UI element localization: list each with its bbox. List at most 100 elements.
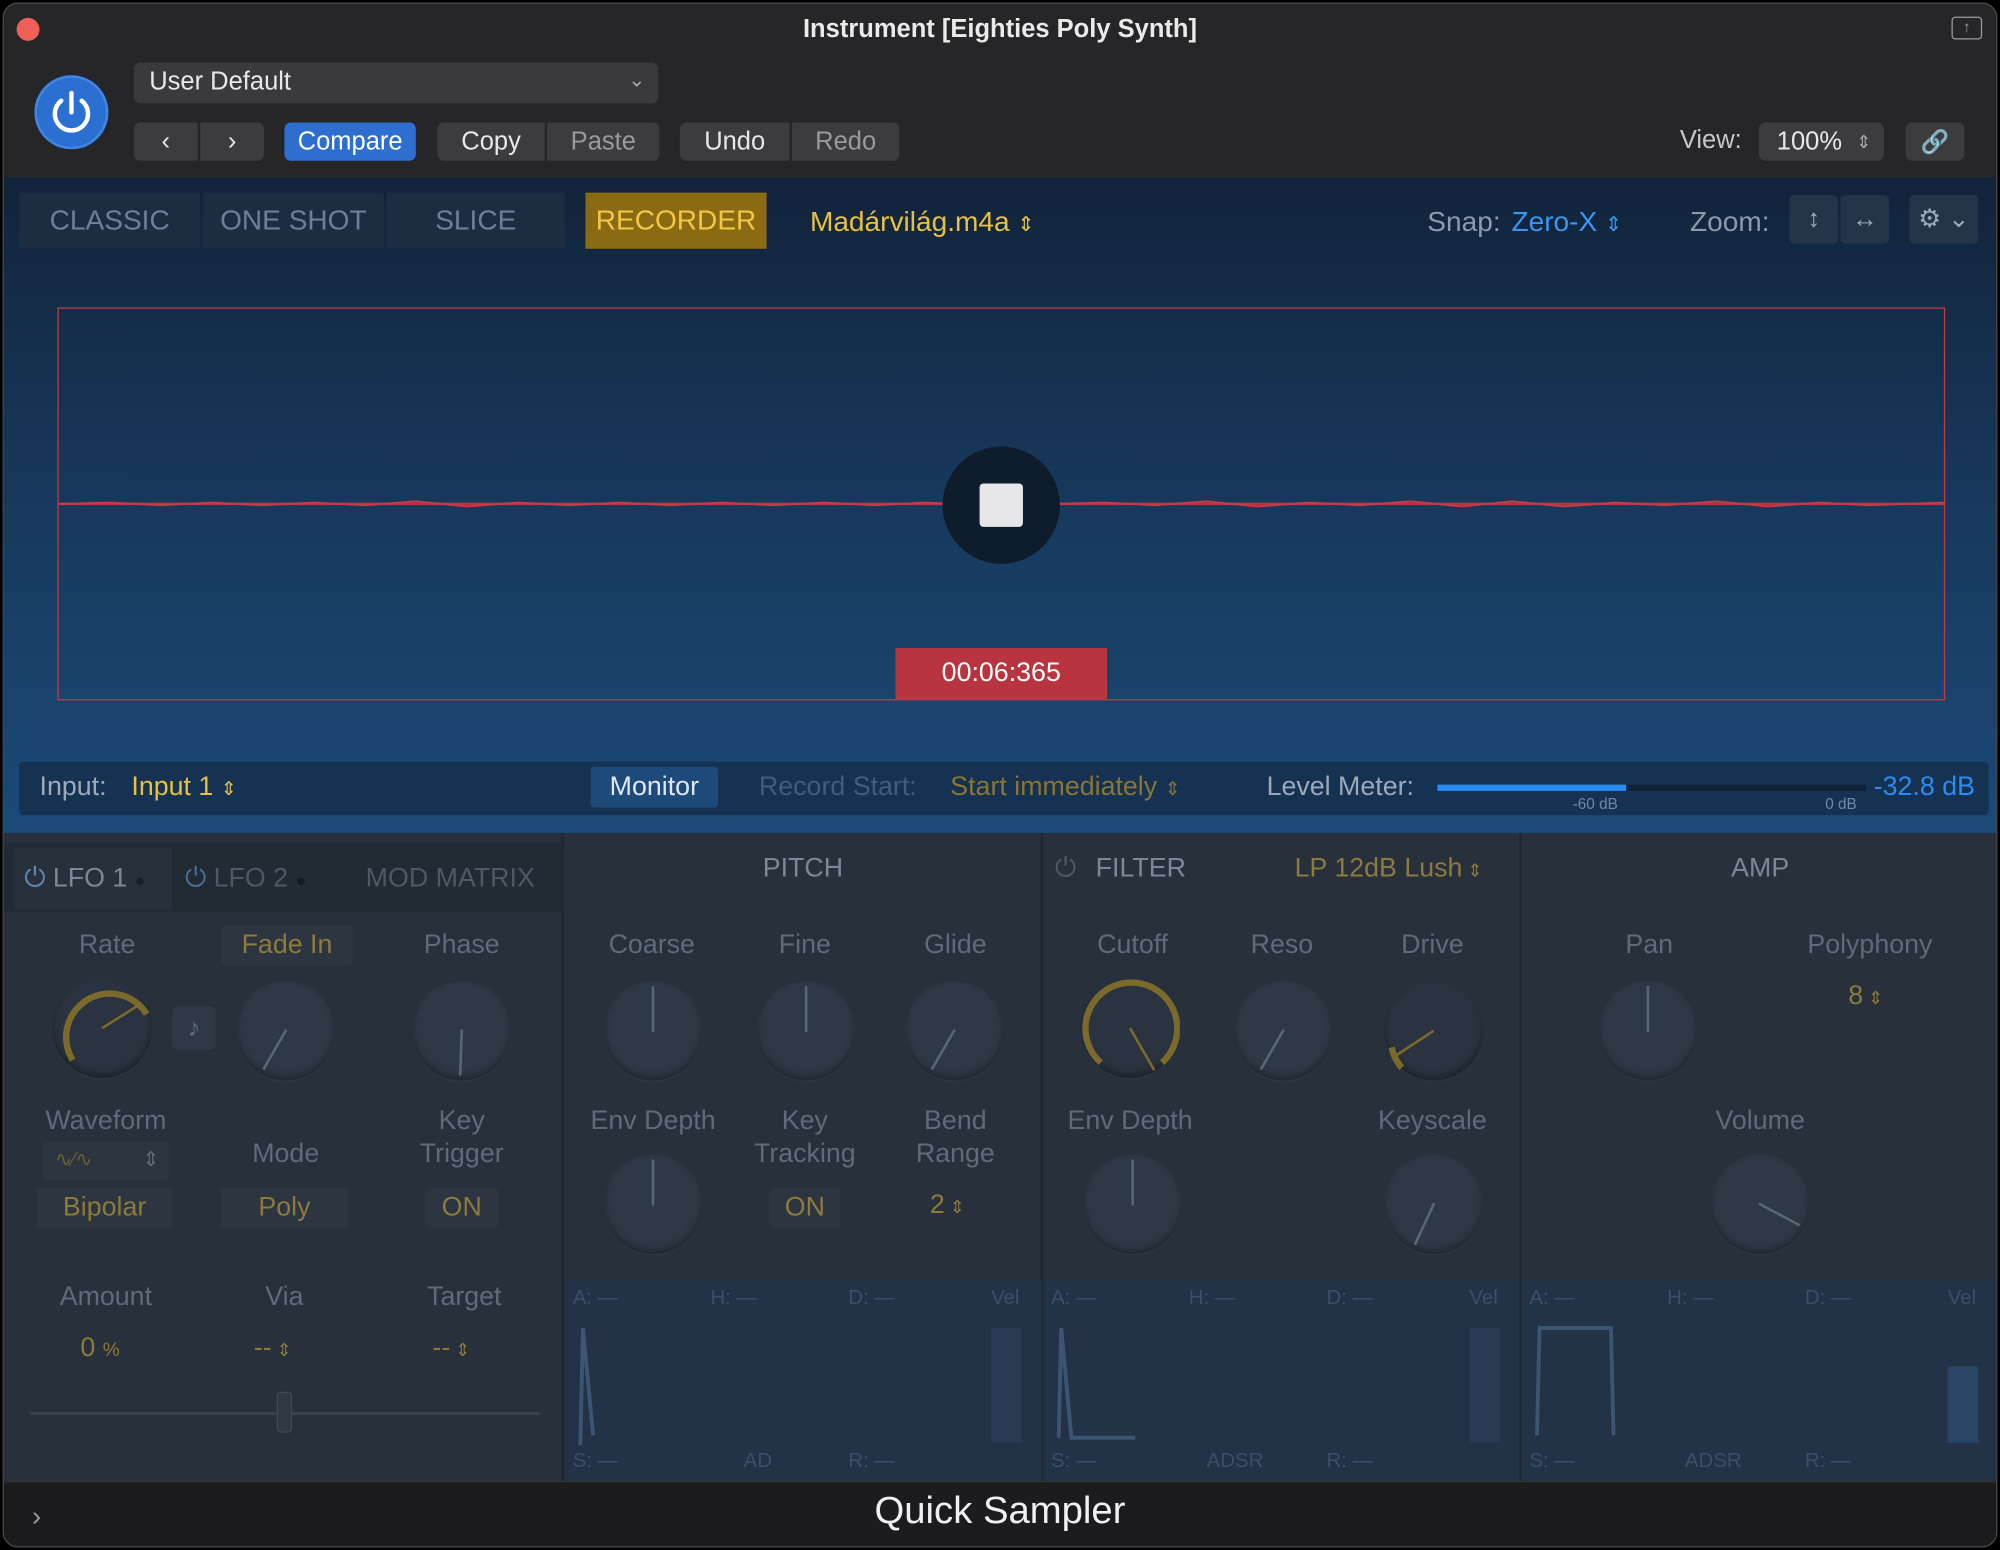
plugin-footer: › Quick Sampler [3, 1481, 1997, 1547]
zoom-vertical-button[interactable]: ↕ [1789, 195, 1838, 244]
pitch-env-depth-knob[interactable] [603, 1154, 703, 1255]
fade-in-button[interactable]: Fade In [220, 924, 354, 966]
amount-number: 0 [80, 1333, 96, 1363]
monitor-button[interactable]: Monitor [590, 766, 719, 808]
tab-classic[interactable]: CLASSIC [19, 192, 201, 249]
power-icon: ⏻ [1054, 853, 1077, 883]
polyphony-select[interactable]: 8 ⇕ [1848, 981, 1883, 1012]
lfo-1-label: LFO 1 [52, 863, 128, 893]
paste-button[interactable]: Paste [547, 122, 660, 161]
undo-button[interactable]: Undo [679, 122, 790, 161]
mode-button[interactable]: Poly [220, 1187, 349, 1229]
record-start-value: Start immediately [950, 771, 1158, 802]
amount-unit: % [102, 1339, 120, 1362]
pitch-title: PITCH [762, 853, 844, 883]
envelope-curve [1056, 1327, 1500, 1443]
filter-type-select[interactable]: LP 12dB Lush ⇕ [1295, 853, 1483, 884]
pan-knob[interactable] [1598, 981, 1698, 1081]
tempo-sync-button[interactable]: ♪ [172, 1006, 216, 1050]
compare-button[interactable]: Compare [284, 122, 416, 161]
input-value: Input 1 [131, 771, 214, 802]
snap-label: Snap: [1427, 205, 1501, 238]
drive-label: Drive [1401, 929, 1464, 960]
bipolar-button[interactable]: Bipolar [36, 1187, 173, 1229]
tab-mod-matrix[interactable]: MOD MATRIX [343, 848, 557, 909]
next-preset-button[interactable]: › [200, 122, 265, 161]
zoom-label: Zoom: [1690, 205, 1770, 238]
redo-button[interactable]: Redo [792, 122, 900, 161]
rate-knob[interactable] [52, 978, 152, 1078]
target-value: -- [432, 1333, 451, 1363]
fade-in-knob[interactable] [235, 981, 336, 1081]
stepper-icon: ⇕ [1462, 859, 1483, 881]
bend-range-select[interactable]: 2 ⇕ [930, 1190, 965, 1221]
coarse-knob[interactable] [603, 981, 703, 1081]
expand-icon[interactable]: ↑ [1951, 16, 1983, 40]
stop-record-button[interactable] [942, 446, 1060, 564]
recording-time: 00:06:365 [895, 648, 1108, 700]
target-select[interactable]: -- ⇕ [432, 1333, 470, 1364]
key-tracking-button[interactable]: ON [769, 1187, 841, 1229]
input-select[interactable]: Input 1 ⇕ [131, 772, 236, 803]
sample-file-select[interactable]: Madárvilág.m4a ⇕ [810, 205, 1035, 238]
filter-env-depth-knob[interactable] [1082, 1154, 1183, 1255]
cutoff-knob[interactable] [1080, 978, 1180, 1078]
link-button[interactable]: 🔗 [1905, 122, 1965, 161]
stepper-icon: ⇕ [271, 1339, 292, 1360]
key-trigger-button[interactable]: ON [424, 1187, 499, 1229]
preset-dropdown[interactable]: User Default ⌄ [133, 62, 659, 104]
filter-power-button[interactable]: ⏻ [1055, 853, 1076, 884]
bend-range-label-1: Bend [924, 1106, 987, 1136]
via-select[interactable]: -- ⇕ [254, 1333, 292, 1364]
amp-title: AMP [1731, 853, 1790, 883]
amount-value[interactable]: 0 % [80, 1333, 119, 1364]
level-value: -32.8 dB [1873, 771, 1975, 802]
drive-knob[interactable] [1383, 981, 1484, 1081]
filter-title: FILTER [1095, 853, 1186, 883]
pitch-envelope[interactable]: A: — H: — D: — Vel S: — AD R: — [565, 1279, 1041, 1482]
copy-button[interactable]: Copy [437, 122, 545, 161]
key-tracking-label-2: Tracking [753, 1139, 856, 1169]
level-meter-fill [1437, 784, 1627, 791]
env-release: R: — [1804, 1450, 1852, 1473]
music-note-icon: ♪ [187, 1014, 201, 1043]
keyscale-knob[interactable] [1383, 1154, 1484, 1255]
amount-slider-handle[interactable] [276, 1391, 293, 1433]
reso-knob[interactable] [1233, 981, 1333, 1081]
synth-controls: ⏻ LFO 1 ● ⏻ LFO 2 ● MOD MATRIX Rate Fade… [3, 833, 1997, 1482]
tab-slice[interactable]: SLICE [386, 192, 566, 249]
amp-envelope[interactable]: A: — H: — D: — Vel S: — ADSR R: — [1521, 1279, 1997, 1482]
phase-label: Phase [423, 929, 500, 960]
snap-select[interactable]: Zero-X ⇕ [1511, 205, 1622, 238]
filter-env-depth-label: Env Depth [1067, 1106, 1193, 1136]
power-button[interactable] [34, 75, 109, 150]
zoom-horizontal-button[interactable]: ↔ [1840, 195, 1890, 244]
stop-icon [979, 483, 1023, 527]
settings-button[interactable]: ⚙ ⌄ [1909, 195, 1979, 244]
previous-preset-button[interactable]: ‹ [133, 122, 198, 161]
view-zoom-value: 100% [1776, 126, 1843, 155]
stepper-icon: ⇕ [450, 1339, 471, 1360]
phase-knob[interactable] [411, 981, 512, 1081]
tab-lfo-2[interactable]: ⏻ LFO 2 ● [180, 848, 338, 909]
record-start-select[interactable]: Start immediately ⇕ [950, 772, 1180, 803]
volume-knob[interactable] [1710, 1154, 1810, 1255]
lfo-2-label: LFO 2 [213, 863, 289, 893]
env-sustain: S: — [1051, 1450, 1097, 1473]
cutoff-label: Cutoff [1097, 929, 1169, 960]
chevron-right-icon: › [227, 126, 237, 155]
plugin-window: Instrument [Eighties Poly Synth] ↑ User … [2, 2, 1998, 1548]
polyphony-value: 8 [1848, 981, 1864, 1011]
glide-knob[interactable] [904, 981, 1004, 1081]
tab-one-shot[interactable]: ONE SHOT [202, 192, 384, 249]
waveform-display[interactable]: 00:06:365 [57, 307, 1946, 701]
bend-range-label-2: Range [915, 1139, 995, 1169]
polyphony-label: Polyphony [1807, 929, 1933, 960]
filter-envelope[interactable]: A: — H: — D: — Vel S: — ADSR R: — [1043, 1279, 1520, 1482]
tab-recorder[interactable]: RECORDER [585, 192, 767, 249]
waveform-select[interactable]: ∿⁄∿ ⇕ [42, 1141, 170, 1181]
fine-knob[interactable] [756, 981, 856, 1081]
view-zoom-select[interactable]: 100% ⇕ [1758, 122, 1884, 161]
link-icon: 🔗 [1920, 128, 1950, 154]
tab-lfo-1[interactable]: ⏻ LFO 1 ● [14, 848, 173, 910]
